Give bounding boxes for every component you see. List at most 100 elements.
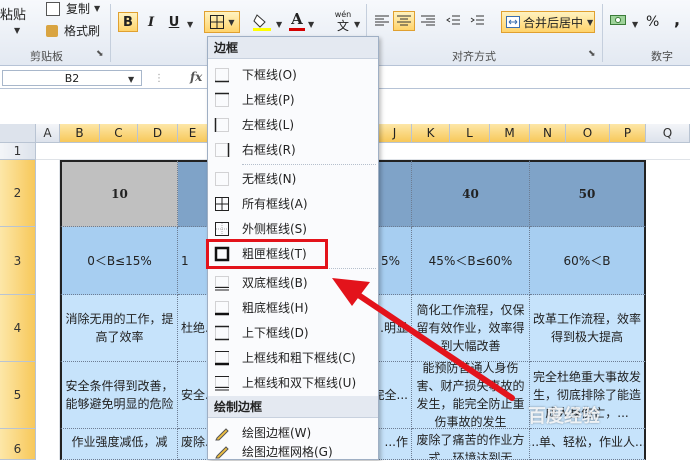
underline-button[interactable]: U — [164, 12, 184, 32]
highlight-box — [206, 239, 328, 269]
font-color-button[interactable]: A — [288, 10, 306, 34]
formula-bar-splitter[interactable]: ⋮ — [154, 73, 164, 84]
top-double-bottom-border-icon — [215, 375, 229, 390]
column-header[interactable]: Q — [646, 124, 690, 143]
paste-button[interactable]: 粘贴 — [0, 4, 26, 23]
menu-item-all-borders[interactable]: 所有框线(A) — [208, 191, 378, 216]
increase-indent-button[interactable] — [470, 14, 484, 28]
row-header[interactable]: 4 — [0, 295, 36, 362]
menu-item-no-border[interactable]: 无框线(N) — [208, 166, 378, 191]
column-header[interactable]: D — [138, 124, 178, 143]
merge-center-button[interactable]: 合并后居中 ▼ — [501, 11, 595, 33]
bottom-border-icon — [215, 67, 229, 82]
column-header[interactable]: J — [378, 124, 412, 143]
menu-item-label: 无框线(N) — [242, 172, 297, 186]
column-a-cells[interactable] — [36, 160, 60, 460]
increase-indent-icon — [470, 15, 484, 25]
currency-dropdown-icon[interactable]: ▼ — [632, 16, 638, 30]
cell-b5[interactable]: 安全条件得到改善，能够避免明显的危险 — [60, 362, 178, 429]
column-header[interactable]: B — [60, 124, 100, 143]
insert-function-button[interactable]: fx — [190, 70, 202, 84]
pencil-icon — [215, 427, 229, 440]
bold-button[interactable]: B — [118, 12, 138, 32]
name-box-dropdown-icon[interactable]: ▼ — [128, 71, 134, 85]
top-bottom-border-icon — [215, 325, 229, 340]
decrease-indent-icon — [446, 15, 460, 25]
currency-format-button[interactable] — [610, 13, 632, 31]
cell-j6[interactable]: ...作 — [378, 429, 412, 460]
copy-button[interactable]: 复制 ▼ — [46, 0, 100, 17]
cell-e5[interactable]: 安全... — [178, 362, 208, 429]
phonetic-dropdown-icon[interactable]: ▼ — [354, 16, 360, 30]
fill-color-button[interactable] — [252, 12, 274, 34]
row-header[interactable]: 5 — [0, 362, 36, 429]
pencil-grid-icon — [215, 446, 229, 459]
cell-n2[interactable]: 50 — [530, 160, 646, 227]
cell-k6[interactable]: 废除了痛苦的作业方式，环境达到无 — [412, 429, 530, 460]
cell-e4[interactable]: 杜绝...减少 — [178, 295, 208, 362]
menu-item-draw-border-grid[interactable]: 绘图边框网格(G) — [208, 443, 378, 461]
column-header[interactable]: K — [412, 124, 450, 143]
name-box[interactable]: B2 — [2, 70, 142, 86]
row-header[interactable]: 3 — [0, 227, 36, 295]
underline-dropdown-icon[interactable]: ▼ — [187, 16, 193, 30]
cell-n3[interactable]: 60%＜B — [530, 227, 646, 295]
row-header[interactable]: 6 — [0, 429, 36, 460]
cell-e3[interactable]: 1 — [178, 227, 208, 295]
column-header[interactable]: L — [450, 124, 490, 143]
column-header[interactable]: O — [566, 124, 610, 143]
cell-k2[interactable]: 40 — [412, 160, 530, 227]
name-box-value: B2 — [64, 71, 80, 85]
cell-n6[interactable]: ...单、轻松，作业人... — [530, 429, 646, 460]
menu-item-top-border[interactable]: 上框线(P) — [208, 87, 378, 112]
font-color-dropdown-icon[interactable]: ▼ — [308, 16, 314, 30]
cell-j2[interactable] — [378, 160, 412, 227]
column-header[interactable]: N — [530, 124, 566, 143]
fill-color-dropdown-icon[interactable]: ▼ — [276, 16, 282, 30]
menu-item-label: 绘图边框网格(G) — [242, 445, 333, 459]
column-header[interactable]: A — [36, 124, 60, 143]
merge-center-label: 合并后居中 — [523, 15, 584, 30]
cell-b3[interactable]: 0＜B≤15% — [60, 227, 178, 295]
cell-e2[interactable] — [178, 160, 208, 227]
column-q-cells[interactable] — [646, 160, 690, 460]
column-header[interactable]: M — [490, 124, 530, 143]
align-right-button[interactable] — [420, 14, 436, 28]
paste-dropdown-icon[interactable]: ▼ — [14, 22, 20, 36]
italic-button[interactable]: I — [141, 12, 161, 32]
dialog-launcher-icon[interactable]: ⬊ — [588, 49, 596, 59]
menu-item-bottom-border[interactable]: 下框线(O) — [208, 62, 378, 87]
phonetic-button[interactable]: wén 文 — [330, 10, 356, 36]
cell-b6[interactable]: 作业强度减低，减 — [60, 429, 178, 460]
all-borders-icon — [210, 15, 225, 29]
percent-button[interactable]: % — [646, 14, 659, 30]
align-left-button[interactable] — [374, 14, 390, 28]
dialog-launcher-icon[interactable]: ⬊ — [96, 49, 104, 59]
cell-b4[interactable]: 消除无用的工作，提高了效率 — [60, 295, 178, 362]
row-header[interactable]: 1 — [0, 143, 36, 160]
cell-n4[interactable]: 改革工作流程，效率得到极大提高 — [530, 295, 646, 362]
decrease-indent-button[interactable] — [446, 14, 460, 28]
row-header[interactable]: 2 — [0, 160, 36, 227]
menu-item-label: 双底框线(B) — [242, 276, 308, 290]
cell-b2[interactable]: 10 — [60, 160, 178, 227]
clipboard-group-label: 剪贴板 — [30, 50, 63, 63]
merge-dropdown-icon: ▼ — [587, 17, 594, 27]
menu-item-label: 右框线(R) — [242, 143, 296, 157]
column-header[interactable]: C — [100, 124, 138, 143]
column-header[interactable]: P — [610, 124, 646, 143]
menu-item-left-border[interactable]: 左框线(L) — [208, 112, 378, 137]
menu-item-draw-border[interactable]: 绘图边框(W) — [208, 420, 378, 445]
menu-item-outside-borders[interactable]: 外侧框线(S) — [208, 216, 378, 241]
comma-button[interactable]: , — [674, 10, 680, 29]
divider — [602, 4, 603, 62]
select-all-corner[interactable] — [0, 124, 36, 143]
align-center-icon — [397, 15, 411, 26]
copy-label: 复制 — [66, 2, 91, 16]
cell-e6[interactable]: 废除... — [178, 429, 208, 460]
format-painter-button[interactable]: 格式刷 — [46, 22, 100, 39]
menu-item-right-border[interactable]: 右框线(R) — [208, 137, 378, 162]
align-center-button[interactable] — [393, 11, 415, 31]
column-header[interactable]: E — [178, 124, 208, 143]
borders-button[interactable]: ▼ — [204, 11, 240, 33]
